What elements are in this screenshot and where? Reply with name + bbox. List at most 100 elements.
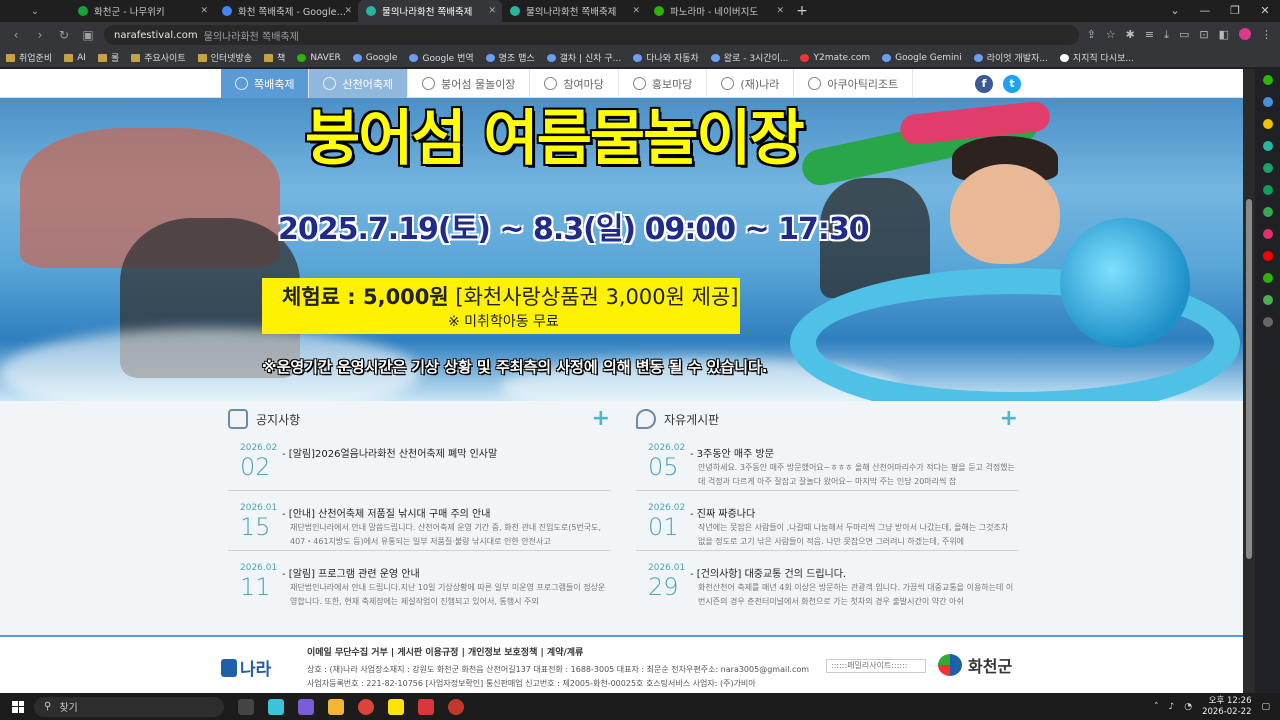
kakaotalk-icon[interactable] [388, 698, 404, 715]
notice-post[interactable]: 2026.01 11 - [알림] 프로그램 관련 운영 안내 재단법인나라에서… [228, 551, 610, 611]
screenshot-icon[interactable]: ⊡ [1199, 28, 1208, 42]
close-icon[interactable]: ✕ [200, 6, 208, 16]
nav-item-promotion[interactable]: 홍보마당 [619, 69, 708, 98]
windows-start-icon[interactable] [12, 700, 24, 713]
browser-tab-1[interactable]: 화천군 - 나무위키 ✕ [70, 0, 214, 22]
footer-links[interactable]: 이메일 무단수집 거부 | 게시판 이용규정 | 개인정보 보호정책 | 계약/… [307, 645, 583, 658]
notice-more-button[interactable]: + [592, 408, 610, 430]
nav-item-water-park[interactable]: 붕어섬 물놀이장 [408, 69, 531, 98]
taskbar-search[interactable]: ⚲ 찾기 [34, 696, 224, 717]
bookmark-item[interactable]: 인터넷방송 [197, 51, 252, 64]
extension-icon[interactable] [1262, 75, 1273, 85]
share-icon[interactable]: ⇪ [1087, 28, 1096, 42]
new-tab-button[interactable]: + [790, 0, 814, 22]
free-board-post[interactable]: 2026.02 05 - 3주동안 매주 방문 안녕하세요. 3주동안 매주 방… [636, 431, 1018, 491]
nav-item-jjokbae[interactable]: 쪽배축제 [221, 69, 310, 98]
tab-search-icon[interactable]: ⌄ [0, 0, 70, 22]
extension-icon[interactable] [1262, 97, 1273, 107]
bookmark-item[interactable]: 책 [264, 51, 285, 64]
taskbar-clock[interactable]: 오후 12:26 2026-02-22 [1202, 696, 1251, 718]
nav-item-aquatic-resort[interactable]: 아쿠아틱리조트 [794, 69, 914, 98]
extensions-icon[interactable]: ✱ [1126, 28, 1135, 42]
bookmark-item[interactable]: 다나와 자동차 [633, 51, 699, 64]
extension-icon[interactable] [1262, 229, 1273, 239]
sidebar-icon[interactable]: ◧ [1219, 28, 1229, 42]
file-explorer-icon[interactable] [328, 698, 344, 715]
bookmark-item[interactable]: Google [352, 53, 397, 63]
browser-tab-5[interactable]: 파노라마 - 네이버지도 ✕ [646, 0, 790, 22]
bookmark-item[interactable]: 롤 [97, 51, 119, 64]
extension-icon[interactable] [1262, 119, 1273, 129]
address-bar[interactable]: narafestival.com 물의나라화천 쪽배축제 [104, 25, 1079, 45]
close-icon[interactable]: ✕ [632, 6, 640, 16]
browser-tab-3[interactable]: 물의나라화천 쪽배축제 ✕ [358, 0, 502, 22]
scrollbar-thumb[interactable] [1246, 199, 1252, 559]
browser-tab-4[interactable]: 물의나라화천 쪽배축제 ✕ [502, 0, 646, 22]
download-icon[interactable]: ⤓ [1164, 28, 1169, 42]
app-icon[interactable] [418, 698, 434, 715]
bookmark-star-icon[interactable]: ☆ [1106, 28, 1116, 42]
tab-list-icon[interactable]: ⌄ [1160, 0, 1190, 22]
reading-list-icon[interactable]: ≡ [1145, 28, 1154, 42]
bookmark-item[interactable]: 왈로 - 3시간이... [710, 51, 788, 64]
bookmark-item[interactable]: 갤차 | 신차 구... [546, 51, 621, 64]
app-icon[interactable] [298, 698, 314, 715]
bookmark-item[interactable]: 지지직 다시보... [1059, 51, 1134, 64]
page-scrollbar[interactable] [1243, 69, 1255, 693]
free-board-post[interactable]: 2026.02 01 - 진짜 짜증나다 작년에는 못잡은 사람들이 ,나갈때 … [636, 491, 1018, 551]
free-board-post[interactable]: 2026.01 29 - [건의사항] 대중교통 건의 드립니다. 화천산천어 … [636, 551, 1018, 611]
back-icon[interactable]: ‹ [8, 28, 24, 42]
hero-banner[interactable]: 붕어섬 여름물놀이장 2025.7.19(토) ~ 8.3(일) 09:00 ~… [0, 98, 1243, 401]
minimize-icon[interactable]: — [1190, 0, 1220, 22]
add-extension-icon[interactable] [1262, 317, 1273, 327]
extension-icon[interactable] [1262, 273, 1273, 283]
notice-post[interactable]: 2026.02 02 - [알림]2026얼음나라화천 산천어축제 폐막 인사말 [228, 431, 610, 491]
menu-icon[interactable]: ⋮ [1261, 28, 1272, 42]
app-icon[interactable] [448, 698, 464, 715]
nav-item-participate[interactable]: 참여마당 [530, 69, 619, 98]
network-icon[interactable]: ◔ [1184, 702, 1192, 712]
extension-icon[interactable] [1262, 141, 1273, 151]
nara-logo[interactable]: 나라 [221, 655, 271, 680]
site-info-icon[interactable]: ▣ [80, 28, 96, 42]
bookmark-item[interactable]: 라이엇 개발자... [973, 51, 1048, 64]
twitter-icon[interactable]: t [1003, 75, 1021, 93]
hwacheon-gov-logo[interactable]: 화천군 [938, 653, 1012, 677]
close-icon[interactable]: ✕ [776, 6, 784, 16]
facebook-icon[interactable]: f [975, 75, 993, 93]
profile-avatar[interactable] [1239, 28, 1251, 40]
extension-icon[interactable] [1262, 185, 1273, 195]
bookmark-item[interactable]: AI [64, 53, 86, 63]
close-icon[interactable]: ✕ [344, 6, 352, 16]
bookmark-item[interactable]: 취업준비 [6, 51, 52, 64]
bookmark-item[interactable]: 명조 맵스 [485, 51, 535, 64]
forward-icon[interactable]: › [32, 28, 48, 42]
notice-post[interactable]: 2026.01 15 - [안내] 산천어축제 저품질 낚시대 구매 주의 안내… [228, 491, 610, 551]
close-icon[interactable]: ✕ [488, 6, 496, 16]
browser-tab-2[interactable]: 화천 쪽배축제 - Google 검색 ✕ [214, 0, 358, 22]
restore-icon[interactable]: ❐ [1220, 0, 1250, 22]
bookmark-item[interactable]: NAVER [297, 53, 341, 63]
favicon-icon [510, 6, 520, 16]
task-view-icon[interactable] [238, 698, 254, 715]
extension-icon[interactable] [1262, 251, 1273, 261]
bookmark-item[interactable]: Google Gemini [882, 53, 962, 63]
extension-icon[interactable] [1262, 163, 1273, 173]
notification-icon[interactable]: ▢ [1261, 702, 1270, 712]
nav-item-nara[interactable]: (재)나라 [707, 69, 795, 98]
family-site-select[interactable]: ::::::패밀리사이트:::::: [826, 659, 926, 673]
free-board-more-button[interactable]: + [1000, 408, 1018, 430]
extension-icon[interactable] [1262, 207, 1273, 217]
reload-icon[interactable]: ↻ [56, 28, 72, 42]
bookmark-item[interactable]: 주요사이트 [131, 51, 186, 64]
chrome-icon[interactable] [358, 698, 374, 715]
tray-up-icon[interactable]: ˄ [1154, 702, 1159, 712]
bookmark-item[interactable]: Google 번역 [409, 51, 474, 64]
app-icon[interactable] [268, 698, 284, 715]
cast-icon[interactable]: ▭ [1179, 28, 1189, 42]
nav-item-sancheoneo[interactable]: 산천어축제 [309, 69, 409, 98]
close-window-icon[interactable]: ✕ [1250, 0, 1280, 22]
bookmark-item[interactable]: Y2mate.com [800, 53, 870, 63]
extension-icon[interactable] [1262, 295, 1273, 305]
volume-icon[interactable]: ♪ [1168, 702, 1174, 712]
